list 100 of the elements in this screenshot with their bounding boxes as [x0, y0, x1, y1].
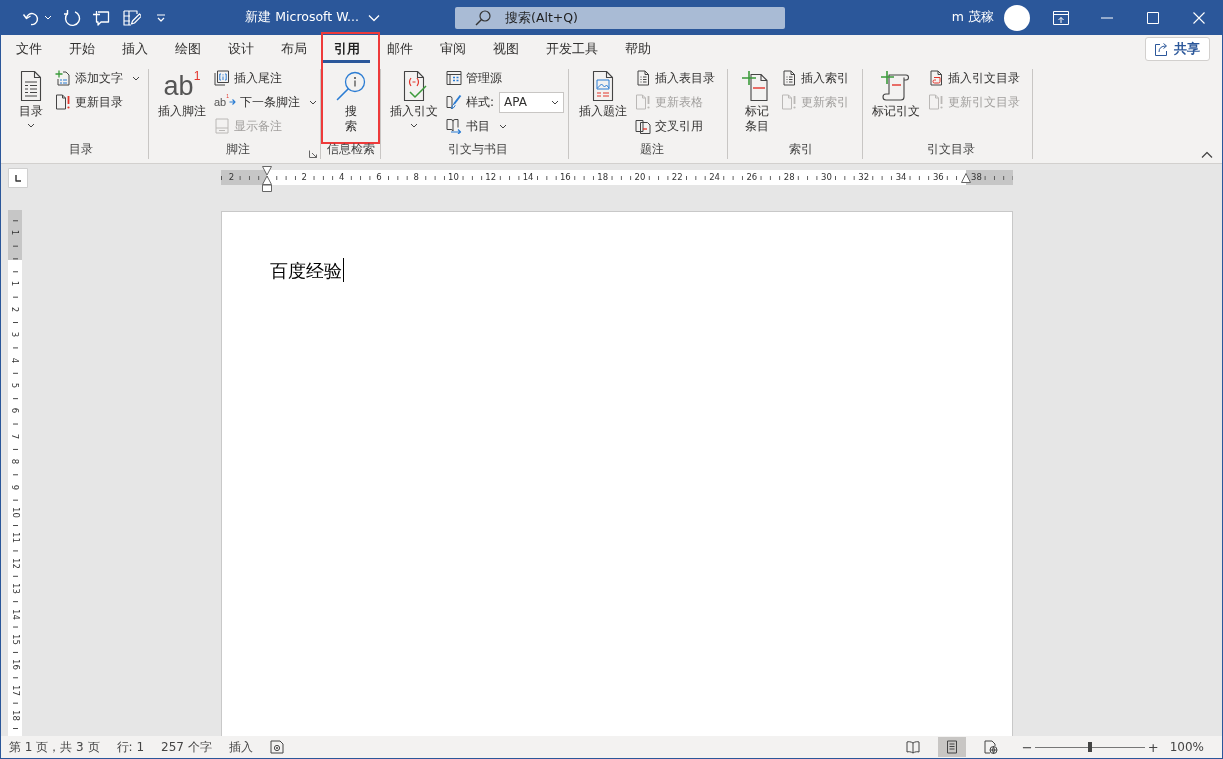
ruler-number: 7: [10, 431, 20, 442]
document-alert-icon: [635, 94, 651, 110]
icon-glyph: ab$^{1}$: [163, 70, 201, 102]
group-label: 题注: [640, 142, 664, 157]
ribbon-tab[interactable]: 设计: [214, 35, 267, 63]
chevron-down-icon[interactable]: [368, 13, 380, 22]
indent-marker-icon[interactable]: [961, 173, 971, 183]
ruler-number: 24: [707, 173, 722, 182]
ribbon-tab[interactable]: 绘图: [161, 35, 214, 63]
zoom-level[interactable]: 100%: [1169, 740, 1204, 754]
ribbon-tab[interactable]: 引用: [320, 35, 373, 63]
ribbon-tab[interactable]: 帮助: [611, 35, 664, 63]
large-ribbon-button[interactable]: 插入引文: [388, 66, 440, 130]
group-label: 信息检索: [326, 142, 375, 157]
share-button[interactable]: 共享: [1145, 37, 1210, 61]
speech-bubble-icon[interactable]: [92, 8, 110, 27]
ruler-number: 9: [10, 482, 20, 492]
dialog-launcher-icon[interactable]: [309, 150, 317, 158]
document-title[interactable]: 新建 Microsoft W...: [245, 9, 359, 26]
ruler-number: 14: [520, 173, 536, 182]
document-text: 百度经验: [270, 259, 342, 283]
redo-icon[interactable]: [63, 8, 81, 27]
ruler-number: 2: [10, 304, 20, 315]
collapse-caret-icon[interactable]: [1201, 151, 1213, 158]
ruler-number: 26: [744, 173, 760, 182]
zoom-out-button[interactable]: −: [1021, 739, 1032, 755]
indent-marker-icon[interactable]: [262, 166, 272, 192]
ribbon-button[interactable]: 插入引文目录: [925, 66, 1023, 90]
large-ribbon-button[interactable]: 插入题注: [577, 66, 629, 119]
line-indicator[interactable]: 行: 1: [116, 738, 145, 756]
macro-record-icon[interactable]: [269, 740, 284, 754]
document-scroll-icon: [928, 70, 944, 86]
large-ribbon-button[interactable]: 目录: [13, 66, 49, 130]
ribbon-tab[interactable]: 审阅: [426, 35, 479, 63]
ribbon-button[interactable]: 插入索引: [778, 66, 852, 90]
tab-stop-icon[interactable]: [8, 168, 28, 188]
ribbon-button[interactable]: 添加文字: [52, 66, 143, 90]
ruler-number: 16: [557, 173, 573, 182]
ruler-number: 1: [10, 279, 20, 289]
minimize-icon[interactable]: [1101, 16, 1113, 19]
ruler-number: 6: [374, 173, 384, 182]
ribbon-button[interactable]: 管理源: [443, 66, 505, 90]
ribbon-tab[interactable]: 布局: [267, 35, 320, 63]
scroll-icon: [880, 70, 912, 102]
ruler-number: 12: [483, 173, 499, 182]
ruler-number: 18: [10, 708, 20, 724]
large-ribbon-button[interactable]: ab$^{1}$ 插入脚注: [156, 66, 208, 119]
form-icon[interactable]: [122, 8, 141, 27]
notes-icon: [214, 118, 230, 134]
document-list-icon: [781, 70, 797, 86]
ribbon-tab[interactable]: 视图: [479, 35, 532, 63]
ruler-number: 4: [336, 173, 347, 182]
insert-mode[interactable]: 插入: [228, 738, 253, 756]
ribbon-tab[interactable]: 开发工具: [532, 35, 611, 63]
style-dropdown[interactable]: APA: [499, 91, 565, 113]
user-name[interactable]: m 茂稼: [951, 9, 994, 26]
ribbon-button[interactable]: 插入表目录: [632, 66, 718, 90]
share-icon: [1154, 42, 1169, 56]
page-icon: [944, 740, 959, 754]
ruler-number: 4: [10, 355, 20, 365]
group-label: 目录: [68, 142, 93, 157]
zoom-thumb[interactable]: [1087, 742, 1092, 752]
ruler-number: 10: [446, 173, 461, 182]
word-count[interactable]: 257 个字: [161, 738, 212, 756]
brush-icon: [446, 94, 462, 110]
ribbon-tab[interactable]: 插入: [108, 35, 161, 63]
ribbon-button[interactable]: 插入尾注: [211, 66, 285, 90]
avatar[interactable]: [1004, 4, 1030, 31]
ribbon-tab[interactable]: 文件: [2, 35, 55, 63]
maximize-icon[interactable]: [1147, 11, 1159, 24]
ruler-number: 8: [10, 457, 20, 467]
ruler-number: 20: [632, 173, 648, 182]
search-field[interactable]: 搜索(Alt+Q): [455, 6, 785, 29]
globe-page-icon: [983, 740, 998, 754]
search-icon: [475, 9, 491, 26]
ruler-number: 36: [930, 173, 946, 182]
ribbon-display-icon[interactable]: [1053, 10, 1069, 25]
ribbon-button[interactable]: 更新目录: [52, 90, 126, 114]
ruler-number: 38: [969, 173, 984, 182]
ribbon-tab[interactable]: 邮件: [373, 35, 426, 63]
caret-icon[interactable]: [44, 15, 52, 20]
customize-icon[interactable]: [155, 11, 167, 24]
large-ribbon-button[interactable]: 标记条目: [739, 66, 775, 134]
ruler-number: 3: [10, 330, 20, 340]
ribbon-button[interactable]: 书目: [443, 114, 510, 138]
large-ribbon-button[interactable]: 标记引文: [870, 66, 922, 119]
zoom-in-button[interactable]: +: [1147, 739, 1158, 755]
add-text-icon: [55, 70, 71, 86]
group-label: 引文与书目: [448, 142, 508, 157]
large-ribbon-button[interactable]: 搜索: [332, 66, 369, 134]
print-layout-button[interactable]: [937, 737, 966, 757]
ribbon-tab[interactable]: 开始: [55, 35, 108, 63]
page-indicator[interactable]: 第 1 页，共 3 页: [9, 738, 100, 756]
ribbon-button[interactable]: 交叉引用: [632, 114, 706, 138]
group-label: 引文目录: [927, 142, 975, 157]
close-icon[interactable]: [1193, 11, 1205, 24]
ruler-number: 13: [10, 581, 20, 597]
ruler-number: 2: [226, 173, 237, 182]
ruler-number: 32: [856, 173, 872, 182]
group-label: 脚注: [226, 142, 250, 157]
